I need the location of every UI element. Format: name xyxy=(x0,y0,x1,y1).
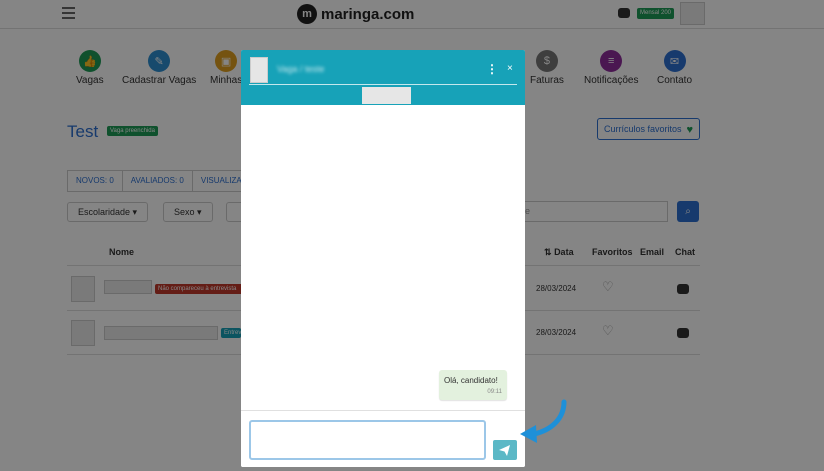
pointer-arrow-icon xyxy=(520,399,567,443)
message-bubble: Olá, candidato! 09:11 xyxy=(439,370,507,400)
kebab-menu-icon[interactable]: ⋮ xyxy=(486,62,498,76)
message-list[interactable]: Olá, candidato! 09:11 xyxy=(241,105,525,463)
header-divider xyxy=(249,84,517,85)
message-composer xyxy=(241,410,525,467)
message-text: Olá, candidato! xyxy=(444,376,498,385)
header-chip xyxy=(362,87,411,104)
chat-modal: Vaga / teste ⋮ × Olá, candidato! 09:11 xyxy=(241,50,525,467)
send-icon xyxy=(499,444,510,456)
close-icon[interactable]: × xyxy=(507,63,513,74)
chat-avatar xyxy=(250,57,268,83)
message-input[interactable] xyxy=(249,420,486,460)
chat-header: Vaga / teste ⋮ × xyxy=(241,50,525,105)
chat-title: Vaga / teste xyxy=(277,64,325,74)
message-time: 09:11 xyxy=(487,389,502,395)
